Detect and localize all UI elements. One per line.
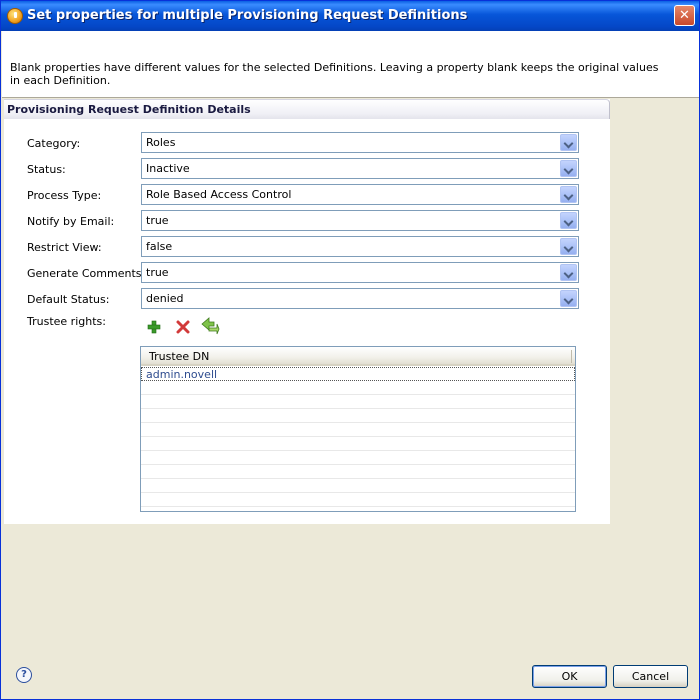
- title-bar[interactable]: Set properties for multiple Provisioning…: [1, 1, 699, 31]
- chevron-down-icon[interactable]: [560, 212, 577, 229]
- column-separator[interactable]: [571, 350, 572, 363]
- table-row-empty: [141, 437, 575, 451]
- cancel-button[interactable]: Cancel: [613, 665, 688, 688]
- help-icon[interactable]: ?: [16, 667, 32, 683]
- table-row-empty: [141, 465, 575, 479]
- category-label: Category:: [27, 137, 81, 150]
- table-row-empty: [141, 381, 575, 395]
- status-label: Status:: [27, 163, 66, 176]
- restrict-view-label: Restrict View:: [27, 241, 102, 254]
- table-row-empty: [141, 479, 575, 493]
- process-type-label: Process Type:: [27, 189, 102, 202]
- notify-email-value: true: [146, 214, 169, 227]
- process-type-value: Role Based Access Control: [146, 188, 292, 201]
- dialog-header: Blank properties have different values f…: [2, 31, 699, 98]
- chevron-down-icon[interactable]: [560, 264, 577, 281]
- table-row-empty: [141, 493, 575, 507]
- panel-header: Provisioning Request Definition Details: [4, 99, 610, 119]
- trustee-dn-cell: admin.novell: [146, 368, 218, 381]
- restrict-view-dropdown[interactable]: false: [141, 236, 579, 257]
- add-icon[interactable]: [145, 318, 163, 336]
- table-row[interactable]: admin.novell: [141, 367, 575, 381]
- default-status-dropdown[interactable]: denied: [141, 288, 579, 309]
- table-header[interactable]: Trustee DN: [141, 347, 575, 366]
- edit-icon[interactable]: [200, 315, 220, 335]
- process-type-dropdown[interactable]: Role Based Access Control: [141, 184, 579, 205]
- window-title: Set properties for multiple Provisioning…: [27, 8, 468, 23]
- ok-button[interactable]: OK: [532, 665, 607, 688]
- chevron-down-icon[interactable]: [560, 160, 577, 177]
- table-row-empty: [141, 423, 575, 437]
- trustee-rights-label: Trustee rights:: [27, 315, 106, 328]
- table-row-empty: [141, 451, 575, 465]
- generate-comments-label: Generate Comments:: [27, 267, 146, 280]
- notify-email-dropdown[interactable]: true: [141, 210, 579, 231]
- column-header-trustee-dn[interactable]: Trustee DN: [149, 350, 209, 363]
- table-row-empty: [141, 395, 575, 409]
- delete-icon[interactable]: [174, 318, 192, 336]
- dialog-window: Set properties for multiple Provisioning…: [0, 0, 700, 700]
- generate-comments-value: true: [146, 266, 169, 279]
- chevron-down-icon[interactable]: [560, 134, 577, 151]
- close-button[interactable]: ✕: [674, 5, 695, 26]
- default-status-value: denied: [146, 292, 184, 305]
- generate-comments-dropdown[interactable]: true: [141, 262, 579, 283]
- details-panel: Provisioning Request Definition Details …: [4, 99, 610, 524]
- chevron-down-icon[interactable]: [560, 290, 577, 307]
- status-dropdown[interactable]: Inactive: [141, 158, 579, 179]
- restrict-view-value: false: [146, 240, 173, 253]
- category-dropdown[interactable]: Roles: [141, 132, 579, 153]
- trustee-table[interactable]: Trustee DN admin.novell: [140, 346, 576, 512]
- chevron-down-icon[interactable]: [560, 186, 577, 203]
- header-message: Blank properties have different values f…: [10, 61, 659, 87]
- table-row-empty: [141, 409, 575, 423]
- notify-email-label: Notify by Email:: [27, 215, 115, 228]
- chevron-down-icon[interactable]: [560, 238, 577, 255]
- app-icon: [7, 8, 23, 24]
- default-status-label: Default Status:: [27, 293, 110, 306]
- status-value: Inactive: [146, 162, 190, 175]
- panel-title: Provisioning Request Definition Details: [7, 103, 251, 116]
- category-value: Roles: [146, 136, 176, 149]
